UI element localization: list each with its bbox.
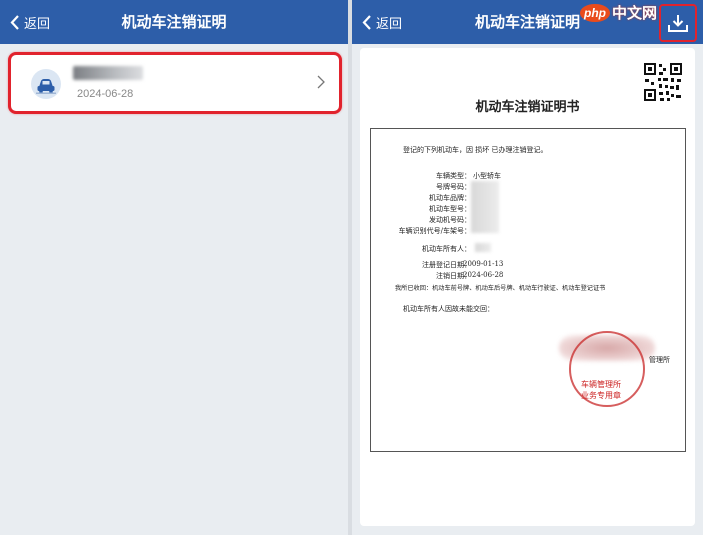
vehicle-type-value: 小型轿车 <box>473 172 501 180</box>
certificate-body: 登记的下列机动车，因 损坏 已办理注销登记。 车辆类型： 小型轿车 号牌号码： … <box>370 128 686 452</box>
watermark-php: php <box>579 3 610 22</box>
right-phone-screen: 返回 机动车注销证明 php 中文网 机动车注销证明书 登记的下列机动车，因 损… <box>352 0 703 535</box>
redacted-vehicle-details <box>471 181 499 233</box>
vehicle-record-card[interactable]: 2024-06-28 <box>8 52 342 114</box>
vehicle-type-label: 车辆类型： <box>436 172 471 180</box>
vin-label: 车辆识别代号/车架号： <box>398 227 471 235</box>
car-icon <box>36 79 56 94</box>
engine-number-label: 发动机号码： <box>429 216 471 224</box>
plate-number-label: 号牌号码： <box>436 183 471 191</box>
registration-date: 2009-01-13 <box>463 260 504 268</box>
chevron-right-icon <box>317 75 325 89</box>
record-date: 2024-06-28 <box>77 88 134 100</box>
page-title: 机动车注销证明 <box>121 13 227 31</box>
redacted-owner <box>475 243 491 252</box>
certificate-intro: 登记的下列机动车，因 损坏 已办理注销登记。 <box>403 146 548 154</box>
car-avatar <box>31 69 61 99</box>
watermark-cn: 中文网 <box>611 5 657 22</box>
certificate-title: 机动车注销证明书 <box>475 100 580 115</box>
authority-suffix: 管理所 <box>649 356 670 364</box>
owner-not-returned: 机动车所有人因故未能交回： <box>403 305 494 313</box>
certificate-document: 机动车注销证明书 登记的下列机动车，因 损坏 已办理注销登记。 车辆类型： 小型… <box>360 48 695 526</box>
cancellation-date: 2024-06-28 <box>463 271 504 279</box>
seal-text-line2: 业务专用章 <box>581 391 621 400</box>
owner-label: 机动车所有人： <box>422 245 471 253</box>
seal-text-line1: 车辆管理所 <box>581 380 621 389</box>
left-phone-screen: 返回 机动车注销证明 2024-06-28 <box>0 0 348 535</box>
left-nav-bar: 返回 机动车注销证明 <box>0 0 348 44</box>
brand-label: 机动车品牌： <box>429 194 471 202</box>
model-label: 机动车型号： <box>429 205 471 213</box>
download-button[interactable] <box>659 4 697 42</box>
right-nav-bar: 返回 机动车注销证明 php 中文网 <box>352 0 703 44</box>
redacted-plate-number <box>73 66 143 80</box>
download-icon <box>668 15 688 32</box>
recovered-items: 我所已收回：机动车前号牌、机动车后号牌、机动车行驶证、机动车登记证书 <box>395 285 606 292</box>
site-watermark: php 中文网 <box>579 2 657 23</box>
